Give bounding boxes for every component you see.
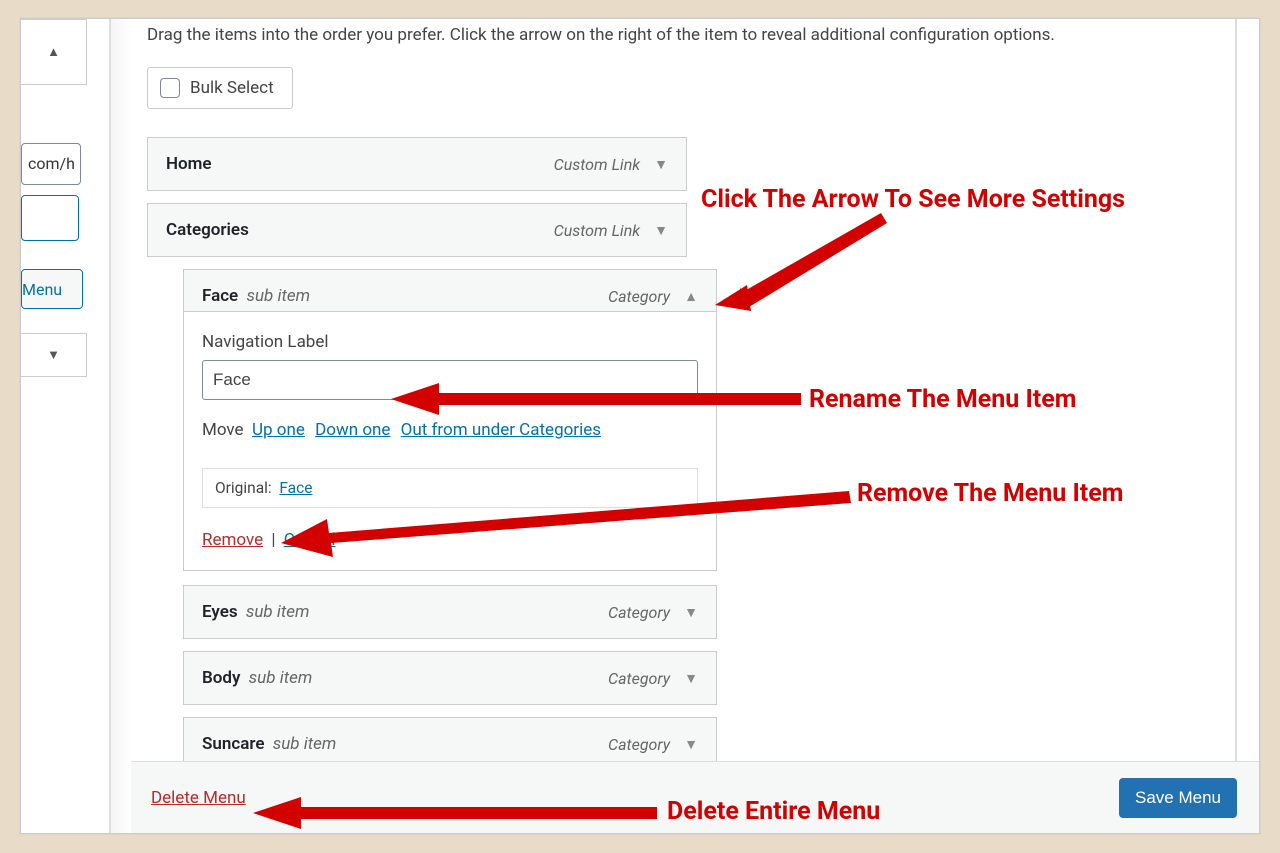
- chevron-down-icon[interactable]: ▼: [684, 604, 698, 621]
- menu-item-title: Categories: [166, 220, 249, 240]
- navigation-label-label: Navigation Label: [202, 332, 698, 352]
- move-label: Move: [202, 420, 244, 440]
- move-down-link[interactable]: Down one: [315, 420, 390, 440]
- sub-item-label: sub item: [249, 668, 313, 688]
- chevron-up-icon[interactable]: ▲: [684, 288, 698, 305]
- navigation-label-input[interactable]: [202, 360, 698, 400]
- menu-item-home[interactable]: Home Custom Link ▼: [147, 137, 687, 191]
- sidebar-collapse-toggle[interactable]: ▲: [21, 19, 87, 85]
- move-up-link[interactable]: Up one: [252, 420, 305, 440]
- menu-item-face-expanded: Navigation Label Move Up one Down one Ou…: [183, 311, 717, 571]
- menu-item-categories[interactable]: Categories Custom Link ▼: [147, 203, 687, 257]
- annotation-arrow-settings-text: Click The Arrow To See More Settings: [701, 185, 1125, 214]
- menu-item-eyes[interactable]: Eyes sub item Category ▼: [183, 585, 717, 639]
- menu-item-body[interactable]: Body sub item Category ▼: [183, 651, 717, 705]
- menu-item-title: Eyes sub item: [202, 602, 309, 622]
- menu-item-type: Category: [608, 669, 670, 688]
- annotation-remove-text: Remove The Menu Item: [857, 479, 1123, 508]
- bulk-select-row[interactable]: Bulk Select: [147, 67, 293, 109]
- chevron-down-icon[interactable]: ▼: [654, 156, 668, 173]
- menu-item-title: Body sub item: [202, 668, 312, 688]
- sub-item-label: sub item: [246, 286, 310, 306]
- menu-item-type: Category: [608, 287, 670, 306]
- menu-item-type: Category: [608, 735, 670, 754]
- annotation-delete-text: Delete Entire Menu: [667, 797, 880, 826]
- chevron-down-icon[interactable]: ▼: [684, 736, 698, 753]
- separator: |: [271, 530, 275, 550]
- chevron-down-icon[interactable]: ▼: [684, 670, 698, 687]
- sub-item-label: sub item: [246, 602, 310, 622]
- sidebar-add-to-menu-button[interactable]: Menu: [21, 269, 83, 309]
- sub-item-label: sub item: [273, 734, 337, 754]
- menu-item-title: Home: [166, 154, 212, 174]
- sidebar-expand-toggle[interactable]: ▼: [21, 333, 87, 377]
- original-label: Original:: [215, 479, 272, 497]
- chevron-down-icon[interactable]: ▼: [654, 222, 668, 239]
- sidebar-shadow: [111, 19, 131, 833]
- bulk-select-label: Bulk Select: [190, 78, 274, 98]
- menu-item-title: Face sub item: [202, 286, 310, 306]
- menu-item-type: Custom Link: [554, 221, 641, 240]
- move-out-link[interactable]: Out from under Categories: [401, 420, 601, 440]
- save-menu-button[interactable]: Save Menu: [1119, 778, 1237, 818]
- sidebar-selected-box[interactable]: [21, 195, 79, 241]
- sidebar-url-input[interactable]: com/h: [21, 143, 81, 185]
- sidebar-fragment: ▲ com/h Menu ▼: [21, 19, 109, 833]
- annotation-rename-text: Rename The Menu Item: [809, 385, 1076, 414]
- help-text: Drag the items into the order you prefer…: [147, 25, 1055, 45]
- menu-item-title: Suncare sub item: [202, 734, 336, 754]
- menu-item-type: Custom Link: [554, 155, 641, 174]
- remove-menu-item-link[interactable]: Remove: [202, 530, 263, 550]
- original-box: Original: Face: [202, 468, 698, 508]
- delete-menu-link[interactable]: Delete Menu: [151, 788, 246, 808]
- menu-item-type: Category: [608, 603, 670, 622]
- bulk-select-checkbox[interactable]: [160, 78, 180, 98]
- original-link[interactable]: Face: [279, 479, 312, 497]
- cancel-link[interactable]: Cancel: [284, 530, 336, 550]
